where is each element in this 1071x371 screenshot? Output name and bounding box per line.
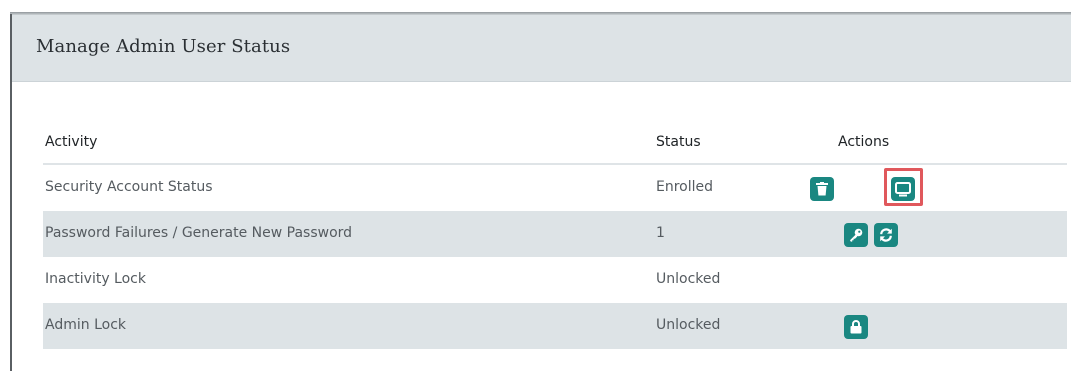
column-header-actions: Actions [838, 134, 890, 150]
status-cell: Unlocked [656, 317, 721, 333]
status-cell: Unlocked [656, 271, 721, 287]
status-cell: 1 [656, 225, 665, 241]
refresh-icon [879, 228, 893, 242]
status-table: Activity Status Actions Security Account… [43, 117, 1067, 349]
reset-failures-button[interactable] [874, 223, 898, 247]
activity-cell: Security Account Status [45, 179, 213, 195]
table-row: Password Failures / Generate New Passwor… [43, 211, 1067, 257]
generate-password-button[interactable] [844, 223, 868, 247]
delete-button[interactable] [810, 177, 834, 201]
panel-header: Manage Admin User Status [12, 15, 1071, 82]
status-cell: Enrolled [656, 179, 714, 195]
trash-icon [816, 182, 828, 196]
table-row: Admin Lock Unlocked [43, 303, 1067, 349]
table-header: Activity Status Actions [43, 117, 1067, 165]
manage-admin-panel: Manage Admin User Status Activity Status… [12, 15, 1071, 371]
key-icon [849, 228, 863, 242]
table-row: Inactivity Lock Unlocked [43, 257, 1067, 303]
lock-account-button[interactable] [844, 315, 868, 339]
table-row: Security Account Status Enrolled [43, 165, 1067, 211]
activity-cell: Password Failures / Generate New Passwor… [45, 225, 353, 241]
activity-cell: Inactivity Lock [45, 271, 146, 287]
column-header-status: Status [656, 134, 701, 150]
monitor-icon [895, 181, 911, 197]
panel-title: Manage Admin User Status [36, 36, 291, 57]
window: Manage Admin User Status Activity Status… [0, 0, 1071, 371]
lock-icon [850, 320, 862, 334]
column-header-activity: Activity [45, 134, 98, 150]
view-session-button[interactable] [891, 177, 915, 201]
activity-cell: Admin Lock [45, 317, 126, 333]
